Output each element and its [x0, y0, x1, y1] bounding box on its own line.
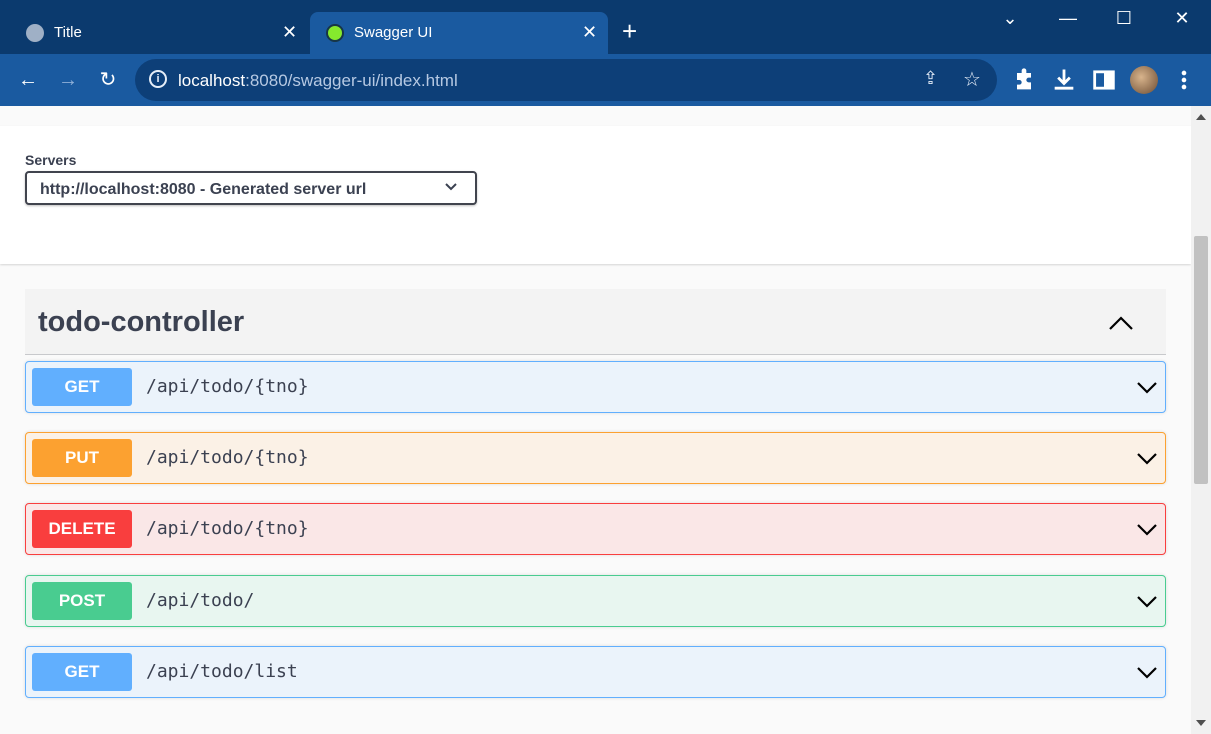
operation-path: /api/todo/{tno} — [146, 518, 309, 539]
tag-title: todo-controller — [38, 306, 245, 338]
chevron-down-icon[interactable] — [1136, 594, 1158, 608]
servers-select-value: http://localhost:8080 - Generated server… — [40, 181, 367, 198]
operation-path: /api/todo/ — [146, 590, 255, 611]
method-badge: GET — [32, 368, 132, 406]
forward-button[interactable]: → — [54, 66, 82, 94]
new-tab-button[interactable]: + — [622, 18, 637, 44]
chevron-down-icon[interactable] — [1136, 451, 1158, 465]
operation-put-todo-tno[interactable]: PUT /api/todo/{tno} — [25, 432, 1166, 484]
page-viewport: Servers http://localhost:8080 - Generate… — [0, 106, 1191, 734]
chevron-down-icon[interactable] — [1136, 522, 1158, 536]
method-badge: PUT — [32, 439, 132, 477]
back-button[interactable]: ← — [14, 66, 42, 94]
servers-label: Servers — [25, 152, 77, 168]
chevron-up-icon[interactable] — [1107, 313, 1135, 333]
method-badge: POST — [32, 582, 132, 620]
tab-title[interactable]: Title ✕ — [10, 12, 308, 54]
operation-path: /api/todo/list — [146, 661, 298, 682]
tab-label: Swagger UI — [354, 24, 433, 41]
minimize-button[interactable]: — — [1048, 8, 1088, 29]
chevron-down-icon[interactable] — [1136, 380, 1158, 394]
servers-select[interactable]: http://localhost:8080 - Generated server… — [25, 171, 477, 205]
method-badge: DELETE — [32, 510, 132, 548]
operation-post-todo[interactable]: POST /api/todo/ — [25, 575, 1166, 627]
tab-search-icon[interactable]: ⌄ — [990, 8, 1030, 29]
url-host: localhost — [178, 71, 246, 90]
scroll-up-arrow[interactable] — [1196, 114, 1206, 120]
download-icon[interactable] — [1050, 66, 1078, 94]
url-text[interactable]: localhost:8080/swagger-ui/index.html — [178, 71, 458, 91]
window-close-button[interactable]: ✕ — [1162, 8, 1202, 29]
tab-close-icon[interactable]: ✕ — [282, 22, 297, 42]
operation-get-todo-list[interactable]: GET /api/todo/list — [25, 646, 1166, 698]
method-badge: GET — [32, 653, 132, 691]
sidepanel-icon[interactable] — [1090, 66, 1118, 94]
scroll-down-arrow[interactable] — [1196, 720, 1206, 726]
tab-swagger-ui[interactable]: Swagger UI ✕ — [310, 12, 608, 54]
globe-icon — [26, 24, 44, 42]
maximize-button[interactable]: ☐ — [1104, 8, 1144, 29]
kebab-menu-icon[interactable] — [1170, 66, 1198, 94]
swagger-icon — [326, 24, 344, 42]
tab-close-icon[interactable]: ✕ — [582, 22, 597, 42]
tab-strip: Title ✕ Swagger UI ✕ + ⌄ — ☐ ✕ — [0, 0, 1211, 54]
puzzle-icon[interactable] — [1010, 66, 1038, 94]
browser-toolbar: ← → ↻ i localhost:8080/swagger-ui/index.… — [0, 54, 1211, 106]
operation-get-todo-tno[interactable]: GET /api/todo/{tno} — [25, 361, 1166, 413]
reload-button[interactable]: ↻ — [94, 66, 122, 94]
chevron-down-icon — [445, 183, 457, 191]
site-info-icon[interactable]: i — [149, 70, 167, 88]
share-icon[interactable]: ⇪ — [923, 68, 938, 89]
url-path: :8080/swagger-ui/index.html — [245, 71, 458, 90]
operation-path: /api/todo/{tno} — [146, 376, 309, 397]
page-scrollbar[interactable] — [1191, 106, 1211, 734]
operation-path: /api/todo/{tno} — [146, 447, 309, 468]
bookmark-star-icon[interactable]: ☆ — [963, 67, 981, 92]
avatar[interactable] — [1130, 66, 1158, 94]
scrollbar-thumb[interactable] — [1194, 236, 1208, 484]
operation-delete-todo-tno[interactable]: DELETE /api/todo/{tno} — [25, 503, 1166, 555]
address-bar[interactable]: i localhost:8080/swagger-ui/index.html ⇪… — [135, 59, 997, 101]
tab-label: Title — [54, 24, 82, 41]
chevron-down-icon[interactable] — [1136, 665, 1158, 679]
tag-section-header[interactable]: todo-controller — [25, 289, 1166, 355]
